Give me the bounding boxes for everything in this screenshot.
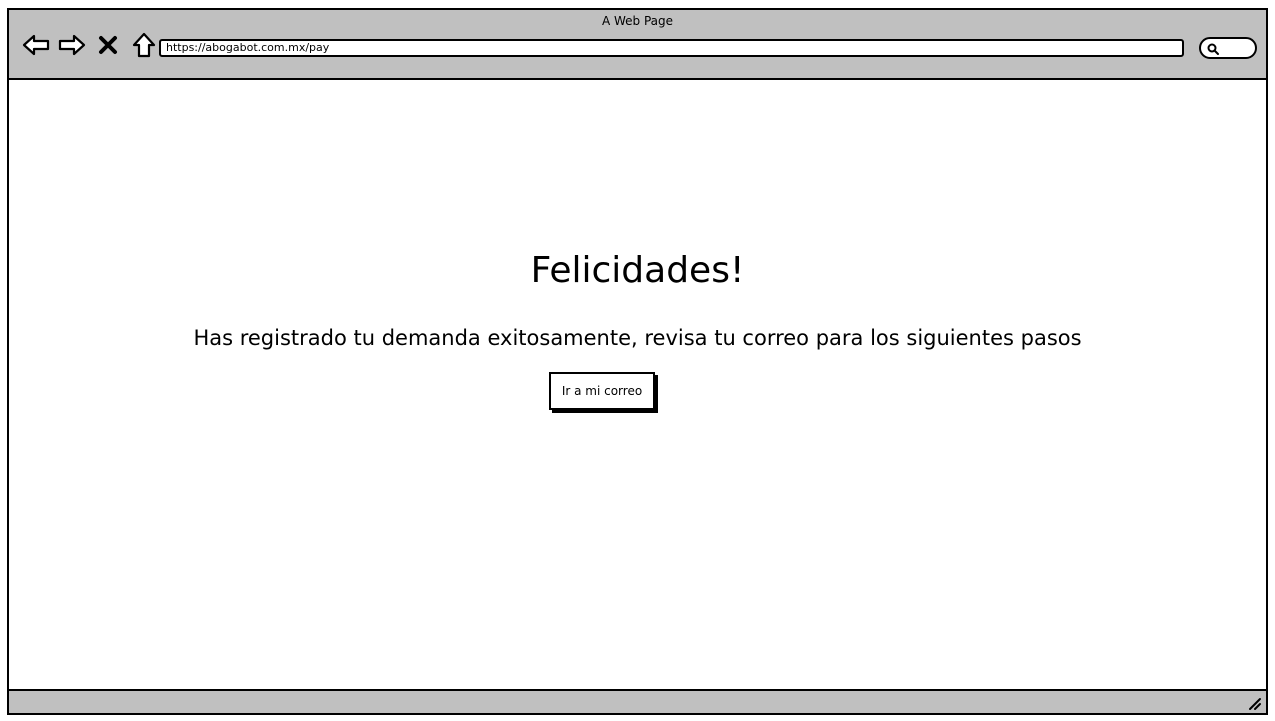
- back-icon[interactable]: [21, 32, 51, 58]
- nav-buttons: [21, 32, 159, 58]
- window-title: A Web Page: [601, 14, 674, 28]
- page-title: Felicidades!: [530, 250, 745, 291]
- search-icon: [1207, 43, 1219, 55]
- address-bar[interactable]: https://abogabot.com.mx/pay: [159, 39, 1184, 57]
- search-button[interactable]: [1199, 37, 1257, 59]
- resize-grip-icon[interactable]: [1246, 695, 1262, 711]
- status-bar: [9, 689, 1266, 713]
- confirmation-message: Has registrado tu demanda exitosamente, …: [193, 326, 1082, 350]
- browser-window: A Web Page https://abogabot.com.mx/pay F…: [7, 8, 1268, 715]
- forward-icon[interactable]: [57, 32, 87, 58]
- browser-toolbar: A Web Page https://abogabot.com.mx/pay: [9, 10, 1266, 80]
- go-to-email-button[interactable]: Ir a mi correo: [549, 372, 655, 410]
- page-content: Felicidades! Has registrado tu demanda e…: [9, 80, 1266, 691]
- home-icon[interactable]: [129, 32, 159, 58]
- close-icon[interactable]: [93, 32, 123, 58]
